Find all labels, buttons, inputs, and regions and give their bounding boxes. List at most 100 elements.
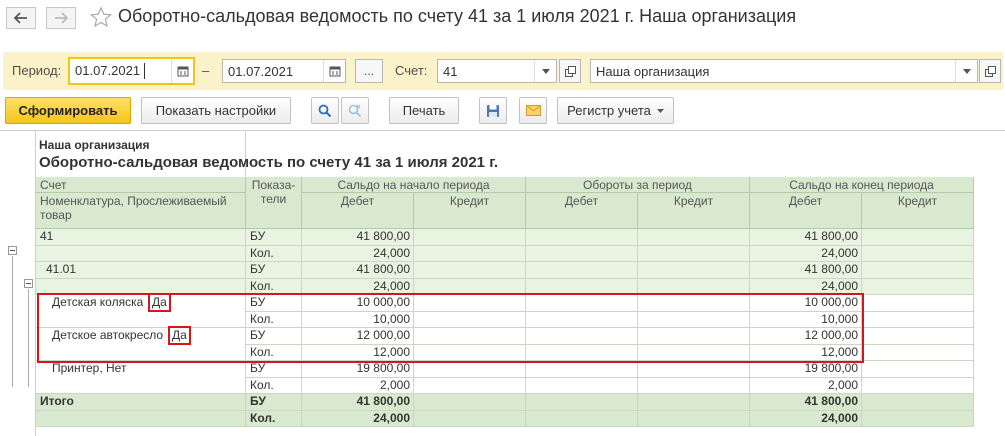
header-nomenclature: Номенклатура, Прослеживаемый товар [36,193,246,229]
row-turnover-debit [526,262,638,279]
date-from-value: 01.07.2021 [75,63,141,78]
organization-field[interactable]: Наша организация [590,59,978,83]
row-opening-credit [414,229,526,246]
chevron-down-icon [962,68,971,74]
open-form-icon [564,65,576,77]
save-button[interactable] [479,97,507,124]
date-to-calendar-button[interactable] [323,60,345,82]
row-closing-credit [862,377,974,394]
header-opening-balance: Сальдо на начало периода [302,177,526,193]
row-opening-debit: 24,000 [302,245,414,262]
calendar-icon [177,66,188,77]
row-closing-debit: 41 800,00 [750,262,862,279]
organization-dropdown-button[interactable] [955,60,977,82]
row-closing-credit [862,344,974,361]
row-name [36,377,246,394]
generate-button[interactable]: Сформировать [5,97,131,124]
row-indicator: БУ [246,229,302,246]
row-turnover-debit [526,245,638,262]
send-email-button[interactable] [519,97,547,124]
back-button[interactable] [6,7,36,29]
account-dropdown-button[interactable] [534,60,556,82]
row-turnover-debit [526,394,638,411]
title-bar: Оборотно-сальдовая ведомость по счету 41… [0,0,1005,38]
page-title: Оборотно-сальдовая ведомость по счету 41… [118,6,797,26]
header-turnover: Обороты за период [526,177,750,193]
row-opening-credit [414,262,526,279]
row-opening-credit [414,245,526,262]
row-turnover-debit [526,229,638,246]
row-indicator: БУ [246,394,302,411]
row-opening-debit: 19 800,00 [302,361,414,378]
row-turnover-credit [638,229,750,246]
row-closing-credit [862,394,974,411]
forward-button[interactable] [46,7,76,29]
tree-line [12,256,13,387]
header-debit: Дебет [302,193,414,229]
highlight-box [37,293,864,363]
row-name: 41 [36,229,246,246]
row-turnover-debit [526,410,638,427]
row-opening-credit [414,377,526,394]
header-closing-balance: Сальдо на конец периода [750,177,974,193]
row-indicator: БУ [246,262,302,279]
row-closing-credit [862,361,974,378]
header-debit: Дебет [526,193,638,229]
date-from-calendar-button[interactable] [171,59,193,83]
search-button[interactable] [311,97,339,124]
star-icon[interactable] [90,5,112,29]
row-opening-debit: 2,000 [302,377,414,394]
date-separator: – [202,63,210,78]
tree-collapse-icon[interactable] [8,246,17,255]
calendar-icon [329,66,340,77]
register-dropdown-button[interactable]: Регистр учета [557,97,674,124]
row-turnover-credit [638,361,750,378]
row-indicator: Кол. [246,410,302,427]
search-cancel-button[interactable] [341,97,369,124]
row-turnover-credit [638,262,750,279]
tree-collapse-icon[interactable] [24,279,33,288]
report-area: Наша организация Оборотно-сальдовая ведо… [0,130,1005,436]
row-closing-credit [862,245,974,262]
date-to-value: 01.07.2021 [228,64,294,79]
show-settings-button[interactable]: Показать настройки [141,97,291,124]
row-name: Итого [36,394,246,411]
row-closing-debit: 41 800,00 [750,229,862,246]
envelope-icon [525,105,541,116]
row-name: 41.01 [36,262,246,279]
arrow-left-icon [14,12,27,24]
account-label: Счет: [395,63,428,78]
header-indicators: Показа- тели [246,177,302,229]
account-field[interactable]: 41 [437,59,557,83]
print-button[interactable]: Печать [389,97,459,124]
row-closing-credit [862,311,974,328]
row-indicator: БУ [246,361,302,378]
row-opening-credit [414,361,526,378]
row-closing-debit: 2,000 [750,377,862,394]
row-indicator: Кол. [246,377,302,394]
report-title: Оборотно-сальдовая ведомость по счету 41… [39,154,499,171]
text-cursor [144,63,145,79]
row-closing-credit [862,295,974,312]
register-label: Регистр учета [567,103,651,118]
row-closing-credit [862,410,974,427]
row-turnover-credit [638,394,750,411]
row-opening-debit: 41 800,00 [302,394,414,411]
row-name: Принтер, Нет [36,361,246,378]
row-name [36,410,246,427]
row-turnover-credit [638,377,750,394]
period-select-button[interactable]: ... [355,59,383,83]
chevron-down-icon [541,68,550,74]
organization-open-button[interactable] [979,59,1001,83]
row-turnover-credit [638,245,750,262]
chevron-down-icon [656,108,664,113]
header-credit: Кредит [862,193,974,229]
row-closing-debit: 41 800,00 [750,394,862,411]
date-to-field[interactable]: 01.07.2021 [222,59,346,83]
row-indicator: Кол. [246,245,302,262]
account-open-button[interactable] [559,59,581,83]
row-turnover-debit [526,377,638,394]
date-from-field[interactable]: 01.07.2021 [68,57,195,85]
search-icon [318,104,332,117]
row-closing-credit [862,262,974,279]
